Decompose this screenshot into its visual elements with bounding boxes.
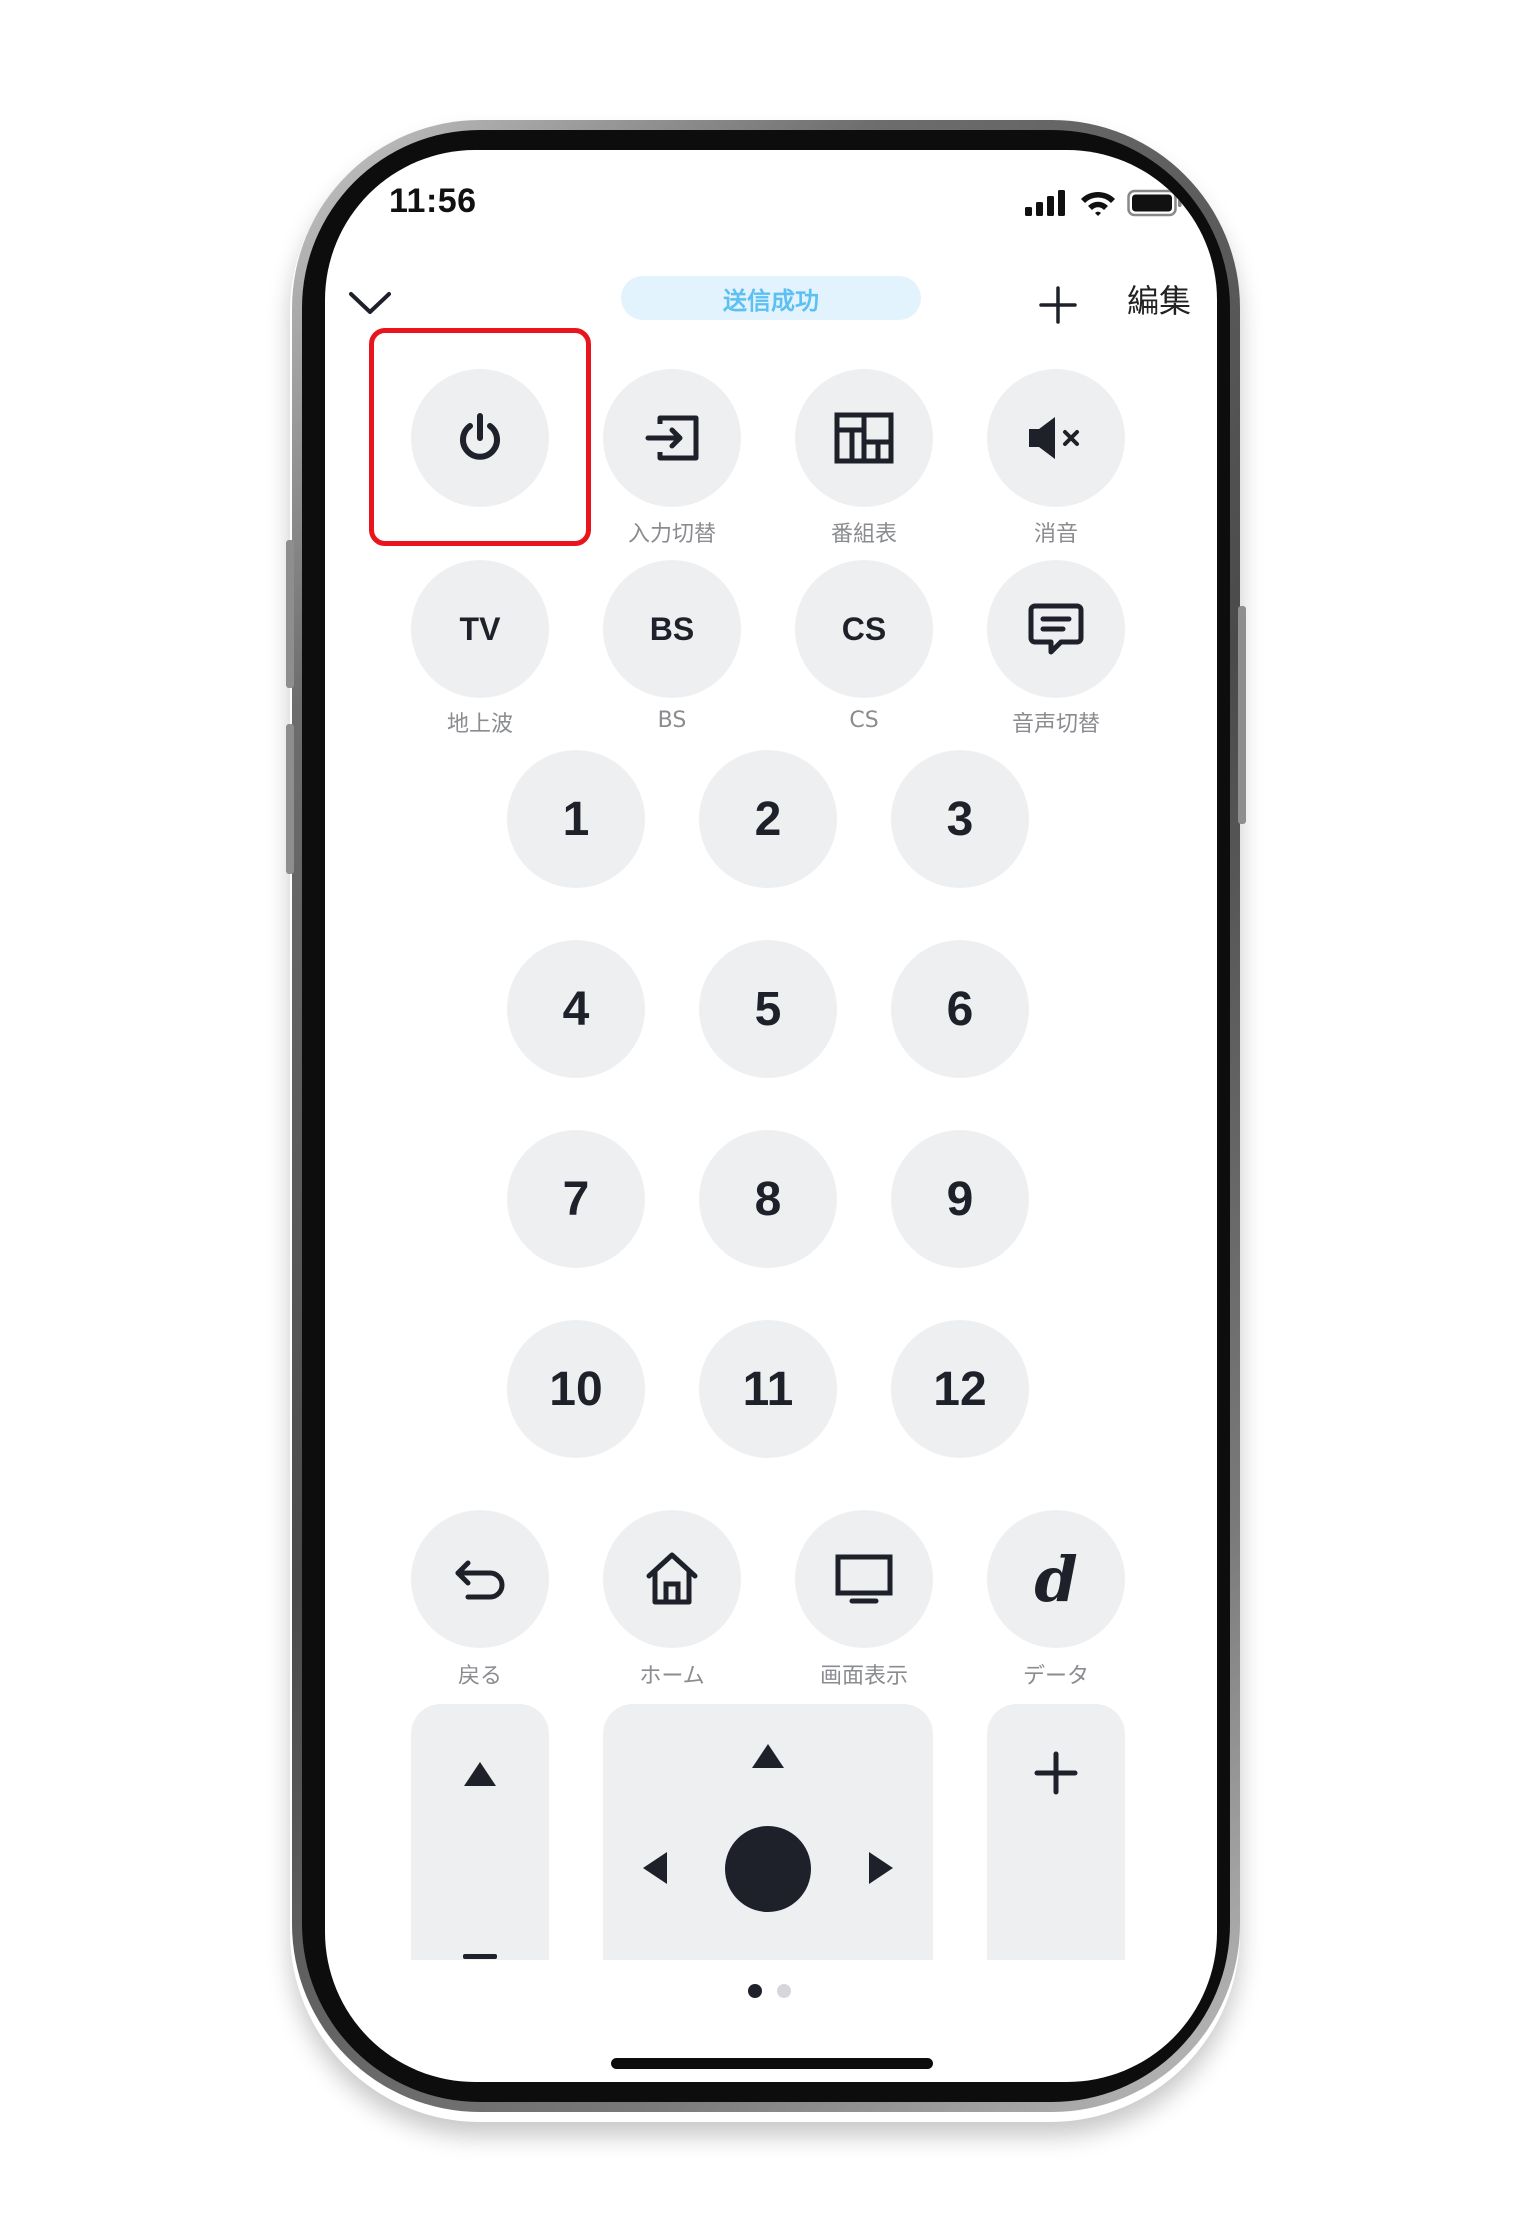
audio-switch-label: 音声切替 <box>1011 712 1100 737</box>
volume-pad[interactable] <box>987 1704 1125 1960</box>
input-switch-icon <box>645 415 699 461</box>
volume-button <box>286 724 294 874</box>
bs-button[interactable]: BS <box>603 560 741 698</box>
number-button-9[interactable]: 9 <box>891 1130 1029 1268</box>
number-text: 10 <box>549 1362 603 1416</box>
number-button-3[interactable]: 3 <box>891 750 1029 888</box>
number-text: 9 <box>946 1172 974 1226</box>
home-icon <box>646 1552 698 1605</box>
home-button[interactable] <box>603 1510 741 1648</box>
power-button[interactable] <box>411 369 549 507</box>
channel-pad[interactable] <box>411 1704 549 1960</box>
cellular-signal-icon <box>1025 190 1065 216</box>
edit-button[interactable]: 編集 <box>1127 276 1191 322</box>
number-text: 4 <box>562 982 590 1036</box>
number-text: 2 <box>754 792 782 846</box>
direction-pad[interactable] <box>603 1704 933 1960</box>
page: 11:56 送信成功 編集 入力切替 番組表 消音 TV 地上波 BS BS C… <box>0 0 1540 2240</box>
data-label: データ <box>1022 1664 1089 1689</box>
home-indicator[interactable] <box>611 2058 933 2069</box>
number-text: 7 <box>562 1172 590 1226</box>
number-text: 1 <box>562 792 590 846</box>
tv-label: 地上波 <box>446 712 513 737</box>
cs-button-text: CS <box>841 610 887 647</box>
cs-button[interactable]: CS <box>795 560 933 698</box>
number-button-4[interactable]: 4 <box>507 940 645 1078</box>
data-button[interactable]: d <box>987 1510 1125 1648</box>
number-button-6[interactable]: 6 <box>891 940 1029 1078</box>
bs-button-text: BS <box>649 610 695 647</box>
number-button-5[interactable]: 5 <box>699 940 837 1078</box>
back-button[interactable] <box>411 1510 549 1648</box>
number-text: 5 <box>754 982 782 1036</box>
number-text: 6 <box>946 982 974 1036</box>
triangle-up-icon[interactable] <box>750 1742 786 1770</box>
circle-ok-icon[interactable] <box>725 1826 811 1912</box>
tv-button-text: TV <box>459 610 501 647</box>
status-time: 11:56 <box>389 182 477 220</box>
power-icon <box>460 413 500 460</box>
page-indicator-dot[interactable] <box>777 1984 791 1998</box>
back-label: 戻る <box>457 1664 502 1689</box>
number-button-12[interactable]: 12 <box>891 1320 1029 1458</box>
input-switch-label: 入力切替 <box>627 522 716 547</box>
program-guide-button[interactable] <box>795 369 933 507</box>
back-icon <box>455 1560 505 1600</box>
home-label: ホーム <box>639 1664 705 1689</box>
screen-display-button[interactable] <box>795 1510 933 1648</box>
plus-icon[interactable] <box>1037 284 1079 326</box>
audio-switch-icon <box>1028 603 1084 655</box>
cs-label: CS <box>849 708 879 733</box>
tv-button[interactable]: TV <box>411 560 549 698</box>
program-guide-label: 番組表 <box>830 522 897 547</box>
number-text: 11 <box>742 1362 794 1416</box>
audio-switch-button[interactable] <box>987 560 1125 698</box>
input-switch-button[interactable] <box>603 369 741 507</box>
minus-icon[interactable] <box>463 1954 497 1959</box>
screen-display-label: 画面表示 <box>819 1664 908 1689</box>
number-text: 12 <box>933 1362 987 1416</box>
number-button-11[interactable]: 11 <box>699 1320 837 1458</box>
number-button-2[interactable]: 2 <box>699 750 837 888</box>
number-button-10[interactable]: 10 <box>507 1320 645 1458</box>
battery-icon <box>1127 189 1182 217</box>
number-button-1[interactable]: 1 <box>507 750 645 888</box>
page-indicator-dot-active[interactable] <box>748 1984 762 1998</box>
mute-button[interactable] <box>987 369 1125 507</box>
data-button-text: d <box>1034 1542 1078 1616</box>
number-button-7[interactable]: 7 <box>507 1130 645 1268</box>
bs-label: BS <box>657 708 687 733</box>
plus-icon[interactable] <box>1033 1750 1079 1796</box>
phone-screen: 11:56 送信成功 編集 入力切替 番組表 消音 TV 地上波 BS BS C… <box>325 150 1217 2082</box>
triangle-left-icon[interactable] <box>641 1850 669 1886</box>
screen-display-icon <box>835 1554 893 1604</box>
number-text: 8 <box>754 1172 782 1226</box>
mute-label: 消音 <box>1033 522 1078 547</box>
triangle-right-icon[interactable] <box>867 1850 895 1886</box>
number-button-8[interactable]: 8 <box>699 1130 837 1268</box>
side-button <box>1238 606 1246 824</box>
triangle-up-icon[interactable] <box>462 1760 498 1788</box>
chevron-down-icon[interactable] <box>347 288 393 318</box>
program-guide-icon <box>834 412 894 464</box>
number-text: 3 <box>946 792 974 846</box>
status-icons <box>1025 188 1183 218</box>
silent-switch <box>286 540 294 688</box>
wifi-icon <box>1081 191 1115 216</box>
mute-icon <box>1029 417 1079 459</box>
send-success-toast: 送信成功 <box>621 276 921 320</box>
